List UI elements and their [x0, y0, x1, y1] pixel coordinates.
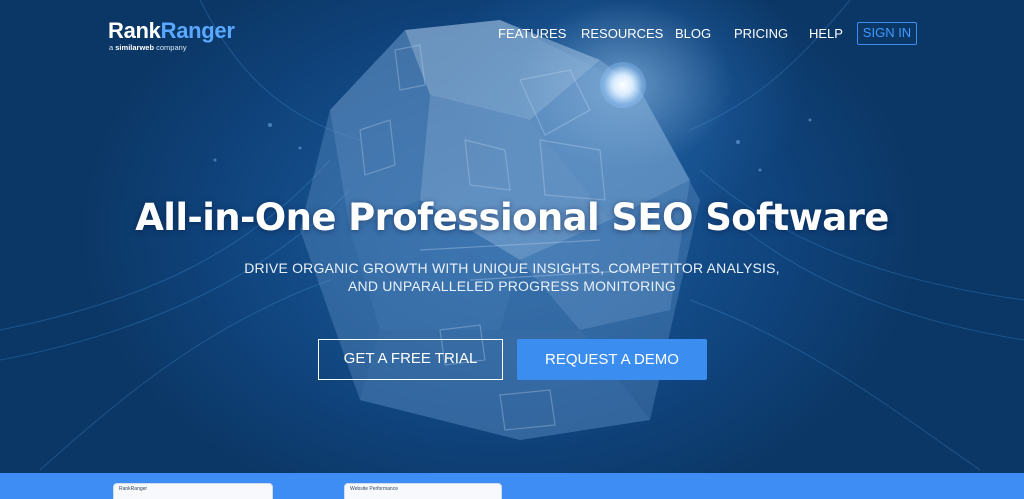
hero-subtitle-line-1: DRIVE ORGANIC GROWTH WITH UNIQUE INSIGHT… — [244, 260, 780, 276]
request-demo-button[interactable]: REQUEST A DEMO — [517, 339, 707, 380]
light-flare — [600, 62, 646, 108]
hero-subtitle-line-2: AND UNPARALLELED PROGRESS MONITORING — [348, 278, 676, 294]
preview-band: RankRanger Website Performance — [0, 473, 1024, 499]
hero-headline: All-in-One Professional SEO Software — [135, 196, 889, 239]
preview-card-website-performance: Website Performance — [344, 483, 502, 499]
preview-card-label: Website Performance — [350, 486, 398, 492]
nav-blog[interactable]: BLOG — [675, 23, 711, 45]
preview-card-rankranger: RankRanger — [113, 483, 273, 499]
nav-pricing[interactable]: PRICING — [734, 23, 788, 45]
nav-help[interactable]: HELP — [809, 23, 843, 45]
nav-resources[interactable]: RESOURCES — [581, 23, 663, 45]
preview-card-label: RankRanger — [119, 486, 148, 492]
free-trial-button[interactable]: GET A FREE TRIAL — [318, 339, 503, 380]
nav-features[interactable]: FEATURES — [498, 23, 566, 45]
sign-in-button[interactable]: SIGN IN — [857, 22, 917, 45]
